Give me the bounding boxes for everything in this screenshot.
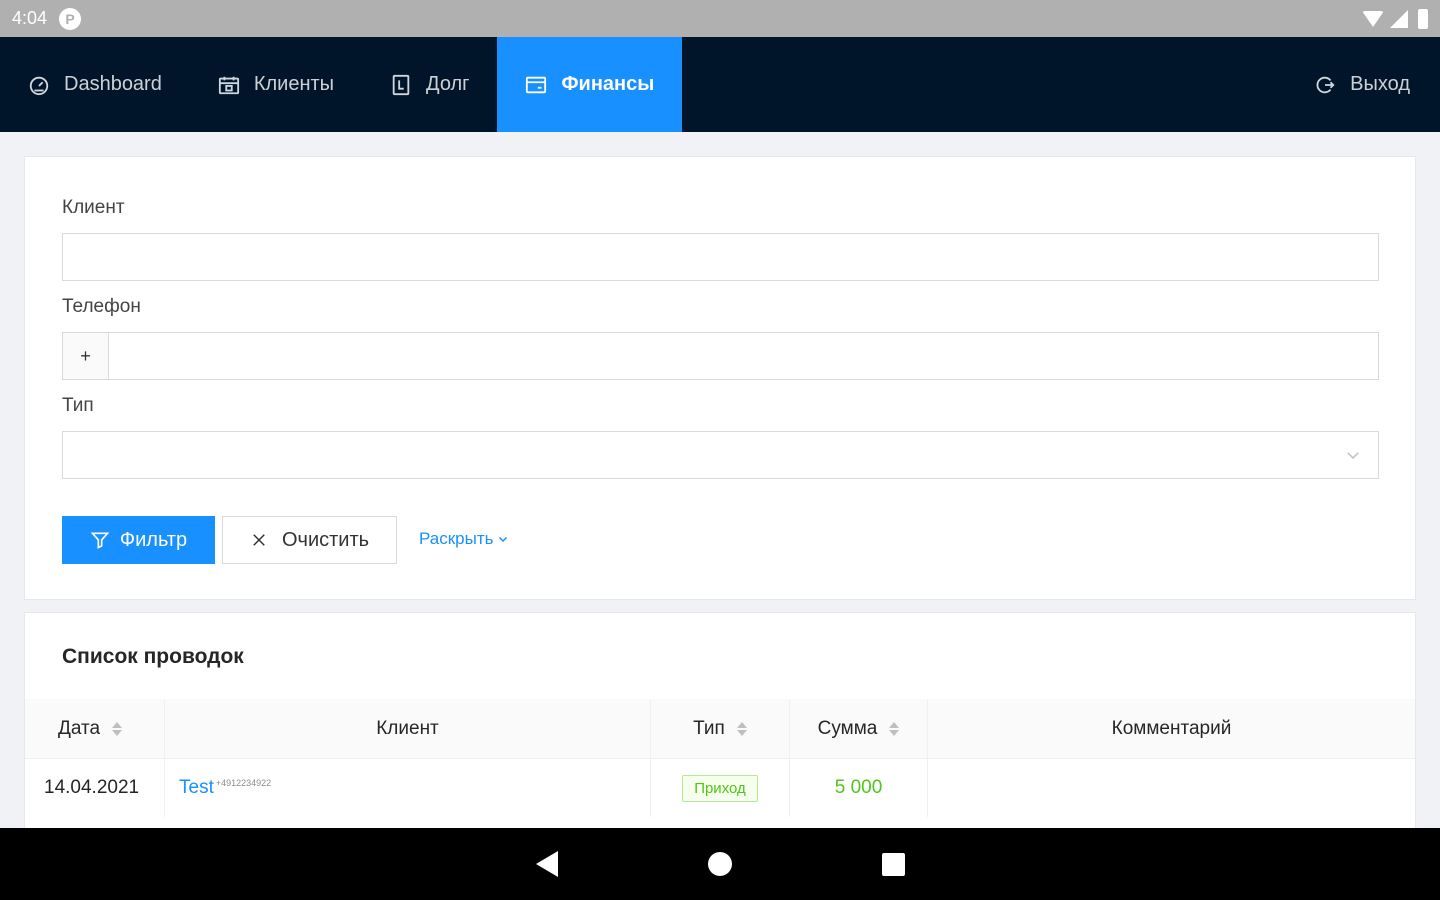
nav-label-debt: Долг <box>426 73 470 95</box>
column-type-label: Тип <box>693 717 725 739</box>
table-header: Дата Клиент Тип Сумма Комментарий <box>25 699 1415 759</box>
close-icon <box>253 534 265 546</box>
transactions-card: Список проводок Дата Клиент Тип Сумма Ко… <box>24 612 1416 830</box>
calendar-icon <box>218 74 240 96</box>
column-amount[interactable]: Сумма <box>790 699 928 758</box>
logout-label: Выход <box>1350 73 1410 95</box>
funnel-icon <box>90 532 110 549</box>
back-icon[interactable] <box>535 851 558 877</box>
expand-link-label: Раскрыть <box>419 529 494 548</box>
client-phone: +4912234922 <box>215 778 272 788</box>
nav-item-finance[interactable]: Финансы <box>497 37 683 132</box>
column-amount-label: Сумма <box>817 717 878 739</box>
battery-icon <box>1418 8 1428 29</box>
client-link[interactable]: Test <box>165 777 214 799</box>
top-navigation: Dashboard Клиенты Долг Финансы Выход <box>0 37 1440 132</box>
cell-client: Test +4912234922 <box>165 759 651 817</box>
card-icon <box>525 74 547 96</box>
logout-button[interactable]: Выход <box>1286 37 1440 132</box>
amount-value: 5 000 <box>834 777 883 798</box>
filter-button[interactable]: Фильтр <box>62 516 215 564</box>
column-comment: Комментарий <box>928 699 1415 758</box>
table-title: Список проводок <box>62 645 244 668</box>
phone-prefix: + <box>63 333 109 379</box>
home-icon[interactable] <box>707 852 732 876</box>
cell-date: 14.04.2021 <box>25 759 165 817</box>
phone-label: Телефон <box>62 296 141 317</box>
document-icon <box>390 74 412 96</box>
column-date-label: Дата <box>58 717 101 739</box>
clear-button[interactable]: Очистить <box>222 516 397 564</box>
phone-input[interactable] <box>109 333 1378 379</box>
sort-icon <box>112 721 123 736</box>
chevron-down-icon <box>1347 452 1359 460</box>
sort-icon <box>889 721 900 736</box>
nav-label-clients: Клиенты <box>253 73 335 95</box>
logout-icon <box>1314 74 1336 96</box>
transactions-table: Дата Клиент Тип Сумма Комментарий 14.04.… <box>25 699 1415 817</box>
client-input[interactable] <box>62 233 1379 281</box>
signal-icon <box>1390 9 1408 28</box>
column-date[interactable]: Дата <box>25 699 165 758</box>
phone-field: + <box>62 332 1379 380</box>
clear-button-label: Очистить <box>281 528 370 551</box>
column-client: Клиент <box>165 699 651 758</box>
nav-label-finance: Финансы <box>561 73 655 95</box>
recent-apps-icon[interactable] <box>881 852 905 876</box>
nav-item-debt[interactable]: Долг <box>362 37 497 132</box>
type-select[interactable] <box>62 431 1379 479</box>
status-time: 4:04 <box>12 8 48 28</box>
type-tag: Приход <box>682 774 758 802</box>
sort-icon <box>736 721 747 736</box>
wifi-icon <box>1362 10 1384 27</box>
cell-type: Приход <box>651 759 790 817</box>
nav-item-dashboard[interactable]: Dashboard <box>0 37 190 132</box>
type-label: Тип <box>62 395 94 416</box>
status-icons <box>1362 8 1428 29</box>
expand-link[interactable]: Раскрыть <box>419 529 509 549</box>
system-navigation-bar <box>0 828 1440 900</box>
app-notification-icon: P <box>59 7 82 30</box>
chevron-down-icon <box>499 536 508 543</box>
cell-comment <box>928 759 1415 817</box>
nav-item-clients[interactable]: Клиенты <box>190 37 362 132</box>
table-row: 14.04.2021 Test +4912234922 Приход 5 000 <box>25 759 1415 817</box>
column-comment-label: Комментарий <box>1111 717 1232 739</box>
client-label: Клиент <box>62 197 125 218</box>
dashboard-icon <box>28 74 50 96</box>
filter-button-label: Фильтр <box>119 528 188 551</box>
cell-amount: 5 000 <box>790 759 928 817</box>
column-type[interactable]: Тип <box>651 699 790 758</box>
column-client-label: Клиент <box>376 717 439 739</box>
filter-card: Клиент Телефон + Тип Фильтр Очистить Рас… <box>24 156 1416 600</box>
nav-label-dashboard: Dashboard <box>64 73 162 95</box>
status-bar: 4:04 P <box>0 0 1440 37</box>
